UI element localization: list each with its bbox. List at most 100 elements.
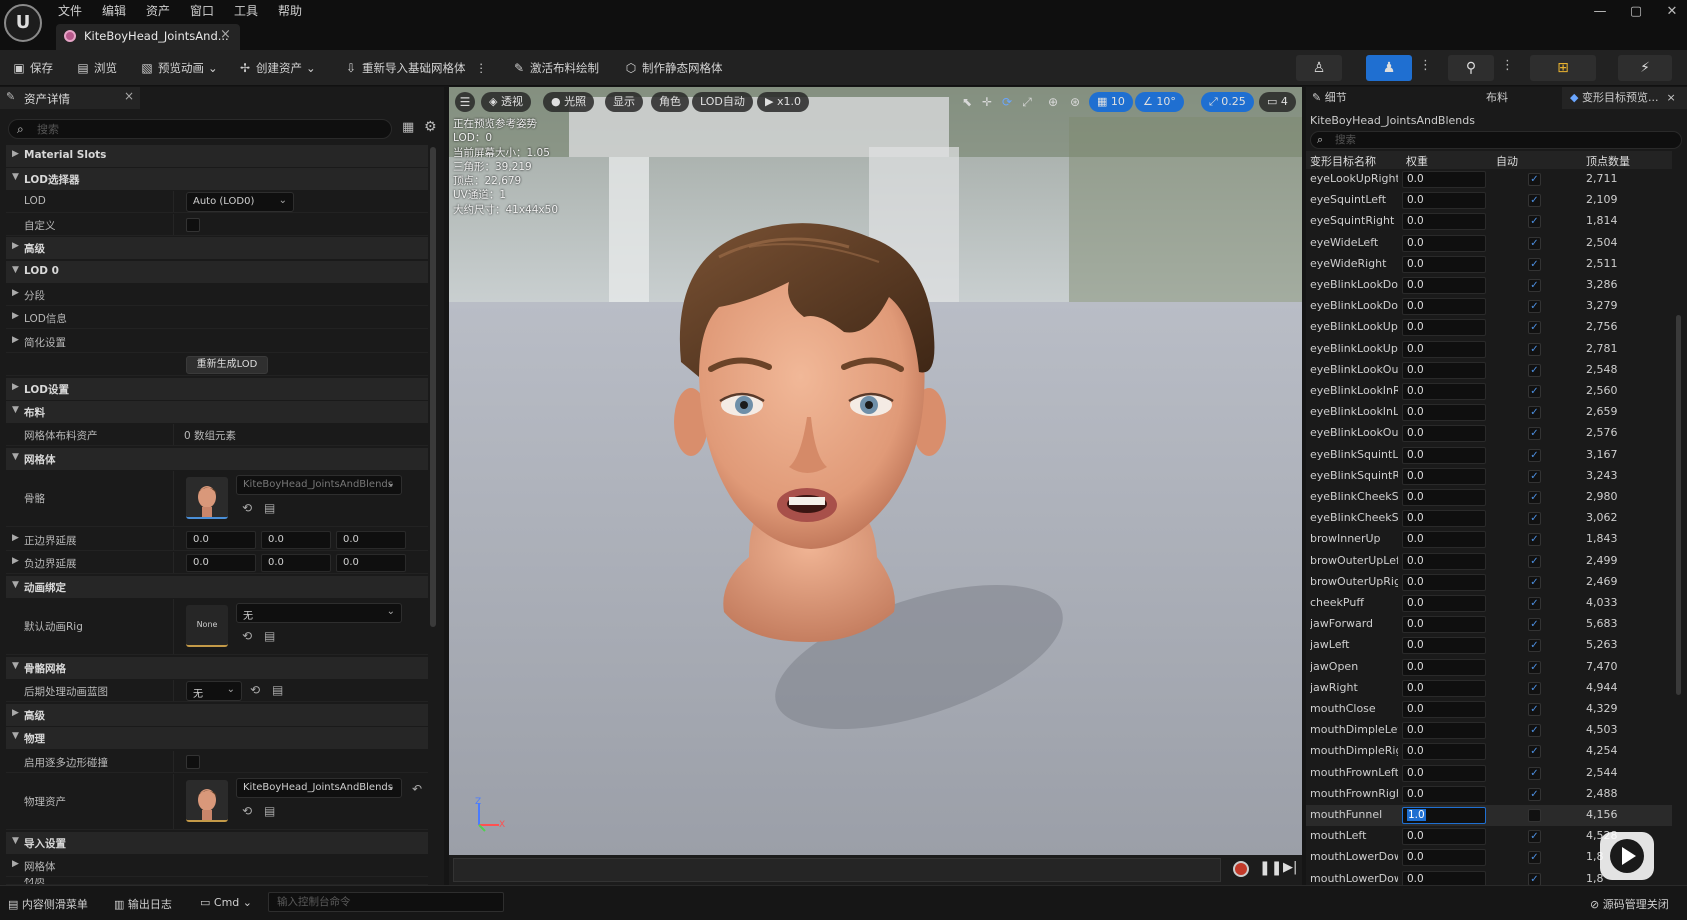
morph-weight-field[interactable]: 0.0: [1402, 510, 1486, 528]
morph-weight-field[interactable]: 0.0: [1402, 383, 1486, 400]
lit-button[interactable]: ● 光照: [543, 92, 595, 112]
menu-tools[interactable]: 工具: [234, 2, 258, 19]
minimize-button[interactable]: —: [1588, 4, 1612, 19]
morph-weight-field[interactable]: 0.0: [1402, 870, 1486, 885]
use-selected-icon[interactable]: ⟲: [242, 501, 252, 515]
menu-window[interactable]: 窗口: [190, 2, 214, 19]
select-icon[interactable]: ⬉: [957, 92, 977, 112]
cmd-dropdown[interactable]: ▭ Cmd ⌄: [200, 896, 252, 909]
neg-bounds-y[interactable]: 0.0: [261, 554, 331, 572]
auto-checkbox[interactable]: ✓: [1528, 385, 1541, 398]
close-icon[interactable]: ×: [1666, 91, 1675, 104]
world-icon[interactable]: ⊕: [1043, 92, 1063, 112]
auto-checkbox[interactable]: ✓: [1528, 363, 1541, 377]
morph-target-row[interactable]: jawLeft 0.0 ✓ 5,263: [1306, 635, 1672, 656]
auto-checkbox[interactable]: ✓: [1528, 639, 1541, 653]
morph-target-row[interactable]: jawRight 0.0 ✓ 4,944: [1306, 678, 1672, 699]
category-material-slots[interactable]: ▶ Material Slots: [6, 145, 428, 167]
morph-target-row[interactable]: mouthDimpleRight 0.0 ✓ 4,254: [1306, 741, 1672, 762]
morph-target-row[interactable]: eyeWideRight 0.0 ✓ 2,511: [1306, 254, 1672, 275]
auto-checkbox[interactable]: ✓: [1528, 724, 1541, 738]
pos-bounds-y[interactable]: 0.0: [261, 531, 331, 549]
column-weight[interactable]: 权重: [1406, 153, 1428, 169]
browse-folder-icon[interactable]: ▤: [264, 804, 275, 818]
video-play-overlay[interactable]: [1600, 832, 1654, 880]
morph-weight-field[interactable]: 0.0: [1402, 616, 1486, 634]
scrollbar[interactable]: [430, 147, 436, 627]
output-log-button[interactable]: ▥ 输出日志: [114, 896, 172, 912]
morph-weight-field[interactable]: 0.0: [1402, 489, 1486, 506]
morph-weight-field[interactable]: 0.0: [1402, 552, 1486, 570]
use-selected-icon[interactable]: ⟲: [250, 683, 260, 697]
auto-checkbox[interactable]: ✓: [1528, 787, 1541, 801]
lod-dropdown[interactable]: Auto (LOD0) ⌄: [186, 192, 294, 212]
morph-target-row[interactable]: eyeBlinkLookDow 0.0 ✓ 3,279: [1306, 296, 1672, 317]
auto-checkbox[interactable]: ✓: [1528, 215, 1541, 229]
skeleton-thumbnail[interactable]: [186, 477, 228, 519]
morph-weight-field[interactable]: 0.0: [1402, 658, 1486, 676]
morph-weight-field[interactable]: 0.0: [1402, 298, 1486, 316]
neg-bounds-z[interactable]: 0.0: [336, 554, 406, 572]
morph-weight-field[interactable]: 0.0: [1402, 637, 1486, 655]
morph-target-row[interactable]: mouthFunnel 1.0 4,156: [1306, 805, 1672, 826]
morph-target-row[interactable]: eyeBlinkLookOutL 0.0 ✓ 2,548: [1306, 360, 1672, 381]
preview-viewport[interactable]: 正在预览参考姿势 LOD：0 当前屏幕大小：1.05 三角形：39,219 顶点…: [449, 87, 1302, 855]
morph-target-row[interactable]: eyeBlinkCheekSqu 0.0 ✓ 3,062: [1306, 508, 1672, 529]
auto-checkbox[interactable]: ✓: [1528, 342, 1541, 356]
timeline-scrubber[interactable]: [453, 858, 1221, 882]
scale-icon[interactable]: ⤢: [1017, 92, 1037, 112]
step-forward-icon[interactable]: ▶|: [1283, 860, 1297, 875]
reimport-button[interactable]: ⇩ 重新导入基础网格体 ⋮: [344, 58, 487, 78]
category-sections[interactable]: ▶ 分段: [6, 284, 428, 306]
morph-weight-field[interactable]: 0.0: [1402, 701, 1486, 718]
auto-checkbox[interactable]: ✓: [1528, 512, 1541, 526]
pause-icon[interactable]: ❚❚: [1259, 860, 1282, 876]
category-advanced-2[interactable]: ▶ 高级: [6, 704, 428, 726]
more-options-icon[interactable]: ⋮: [1501, 58, 1514, 73]
auto-checkbox[interactable]: ✓: [1528, 469, 1541, 483]
rig-thumbnail[interactable]: None: [186, 605, 228, 647]
auto-checkbox[interactable]: ✓: [1528, 830, 1541, 844]
save-button[interactable]: ▣ 保存: [12, 58, 53, 78]
rotate-icon[interactable]: ⟳: [997, 92, 1017, 112]
auto-checkbox[interactable]: ✓: [1528, 703, 1541, 716]
menu-help[interactable]: 帮助: [278, 2, 302, 19]
morph-target-row[interactable]: browInnerUp 0.0 ✓ 1,843: [1306, 529, 1672, 550]
morph-weight-field[interactable]: 0.0: [1402, 595, 1486, 612]
pos-bounds-x[interactable]: 0.0: [186, 531, 256, 549]
preview-animation-button[interactable]: ▧ 预览动画 ⌄: [140, 58, 217, 78]
auto-checkbox[interactable]: ✓: [1528, 406, 1541, 420]
tab-clothing[interactable]: 布料: [1486, 87, 1508, 109]
scrollbar[interactable]: [1676, 315, 1681, 695]
morph-weight-field[interactable]: 0.0: [1402, 234, 1486, 252]
morph-target-row[interactable]: eyeSquintRight 0.0 ✓ 1,814: [1306, 211, 1672, 232]
create-asset-button[interactable]: ✢ 创建资产 ⌄: [238, 58, 316, 78]
morph-weight-field[interactable]: 0.0: [1402, 171, 1486, 188]
auto-checkbox[interactable]: ✓: [1528, 173, 1541, 186]
maximize-button[interactable]: ▢: [1624, 4, 1648, 19]
grid-snap-button[interactable]: ▦ 10: [1089, 92, 1133, 112]
morph-weight-field[interactable]: 0.0: [1402, 425, 1486, 443]
per-poly-collision-checkbox[interactable]: [186, 755, 200, 769]
column-auto[interactable]: 自动: [1496, 153, 1518, 169]
reset-icon[interactable]: ↶: [412, 782, 422, 796]
category-reduction-settings[interactable]: ▶ 简化设置: [6, 331, 428, 353]
regenerate-lod-button[interactable]: 重新生成LOD: [186, 356, 268, 374]
menu-asset[interactable]: 资产: [146, 2, 170, 19]
perspective-button[interactable]: ◈ 透视: [481, 92, 531, 112]
console-command-input[interactable]: [268, 892, 504, 912]
show-button[interactable]: 显示: [605, 92, 643, 112]
document-tab[interactable]: KiteBoyHead_JointsAnd... ×: [56, 24, 240, 50]
camera-speed-button[interactable]: ▭ 4: [1259, 92, 1296, 112]
browse-folder-icon[interactable]: ▤: [264, 501, 275, 515]
morph-target-row[interactable]: eyeBlinkLookDow 0.0 ✓ 3,286: [1306, 275, 1672, 296]
morph-weight-field[interactable]: 0.0: [1402, 340, 1486, 358]
scale-snap-button[interactable]: ⤢ 0.25: [1201, 92, 1254, 112]
morph-weight-field[interactable]: 0.0: [1402, 722, 1486, 740]
morph-weight-field[interactable]: 0.0: [1402, 467, 1486, 485]
angle-snap-button[interactable]: ∠ 10°: [1135, 92, 1184, 112]
morph-target-row[interactable]: eyeBlinkLookUpRi 0.0 ✓ 2,781: [1306, 339, 1672, 360]
auto-checkbox[interactable]: [1528, 809, 1541, 822]
morph-weight-field[interactable]: 0.0: [1402, 828, 1486, 846]
morph-weight-field[interactable]: 0.0: [1402, 764, 1486, 782]
